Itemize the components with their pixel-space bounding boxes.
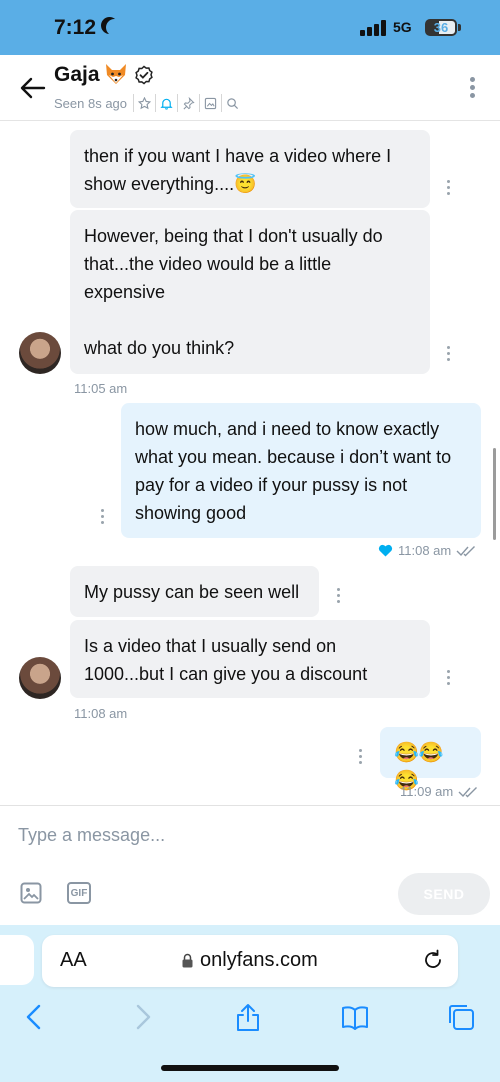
- browser-back-icon[interactable]: [19, 1002, 49, 1032]
- message-time: 11:08 am: [74, 706, 128, 721]
- search-icon[interactable]: [221, 94, 243, 112]
- status-bar: 7:12 5G 36: [0, 0, 500, 55]
- battery-level: 36: [433, 20, 449, 35]
- contact-name[interactable]: Gaja: [54, 63, 100, 87]
- share-icon[interactable]: [233, 1002, 263, 1032]
- message-input[interactable]: [18, 820, 478, 850]
- message-options-icon[interactable]: [335, 588, 341, 606]
- send-button[interactable]: SEND: [398, 873, 490, 915]
- message-options-icon[interactable]: [445, 670, 451, 688]
- incoming-message[interactable]: My pussy can be seen well: [70, 566, 319, 617]
- outgoing-message[interactable]: how much, and i need to know exactly wha…: [121, 403, 481, 538]
- more-options-icon[interactable]: [467, 77, 477, 101]
- url-text: onlyfans.com: [200, 949, 318, 971]
- heart-icon[interactable]: [378, 544, 393, 557]
- star-icon[interactable]: [133, 94, 155, 112]
- signal-icon: [360, 20, 386, 36]
- incoming-message[interactable]: then if you want I have a video where I …: [70, 130, 430, 208]
- bookmarks-icon[interactable]: [340, 1002, 370, 1032]
- message-options-icon[interactable]: [357, 749, 363, 767]
- verified-badge-icon: [135, 65, 153, 85]
- network-type: 5G: [393, 19, 412, 35]
- browser-toolbar: AA onlyfans.com: [0, 925, 500, 1082]
- avatar[interactable]: [19, 332, 61, 374]
- gallery-icon[interactable]: [199, 94, 221, 112]
- avatar[interactable]: [19, 657, 61, 699]
- previous-tab[interactable]: [0, 935, 34, 985]
- message-meta: 11:09 am: [400, 784, 480, 799]
- tabs-icon[interactable]: [446, 1002, 476, 1032]
- message-meta: 11:08 am: [378, 543, 478, 558]
- battery-cap: [458, 24, 461, 31]
- incoming-message[interactable]: Is a video that I usually send on 1000..…: [70, 620, 430, 698]
- message-composer: GIF SEND: [0, 805, 500, 925]
- lock-icon: [182, 953, 193, 968]
- url-display[interactable]: onlyfans.com: [182, 949, 318, 972]
- bell-icon[interactable]: [155, 94, 177, 112]
- image-upload-icon[interactable]: [20, 882, 42, 904]
- message-time: 11:09 am: [400, 784, 454, 799]
- status-time: 7:12: [54, 16, 97, 39]
- message-time: 11:05 am: [74, 381, 128, 396]
- address-bar[interactable]: AA onlyfans.com: [42, 935, 458, 987]
- fox-emoji-icon: [106, 64, 126, 84]
- read-ticks-icon: [458, 786, 478, 797]
- message-time: 11:08 am: [398, 543, 452, 558]
- pin-icon[interactable]: [177, 94, 199, 112]
- reload-icon[interactable]: [422, 949, 444, 971]
- focus-moon-icon: [106, 19, 123, 36]
- reader-settings-button[interactable]: AA: [60, 949, 87, 972]
- back-arrow-icon[interactable]: [20, 75, 46, 101]
- gif-label: GIF: [70, 887, 88, 899]
- header-subrow: Seen 8s ago: [54, 94, 243, 112]
- home-indicator[interactable]: [161, 1065, 339, 1071]
- last-seen-text: Seen 8s ago: [54, 95, 128, 111]
- gif-button[interactable]: GIF: [67, 882, 91, 904]
- browser-forward-icon[interactable]: [128, 1002, 158, 1032]
- incoming-message[interactable]: However, being that I don't usually do t…: [70, 210, 430, 374]
- message-list[interactable]: then if you want I have a video where I …: [0, 121, 500, 805]
- message-options-icon[interactable]: [445, 180, 451, 198]
- battery-icon: 36: [425, 19, 457, 36]
- read-ticks-icon: [456, 545, 476, 556]
- message-options-icon[interactable]: [445, 346, 451, 364]
- scrollbar-thumb[interactable]: [493, 448, 496, 540]
- message-options-icon[interactable]: [99, 509, 105, 527]
- outgoing-message[interactable]: 😂😂😂: [380, 727, 481, 792]
- chat-header: Gaja Seen 8s ago: [0, 55, 500, 121]
